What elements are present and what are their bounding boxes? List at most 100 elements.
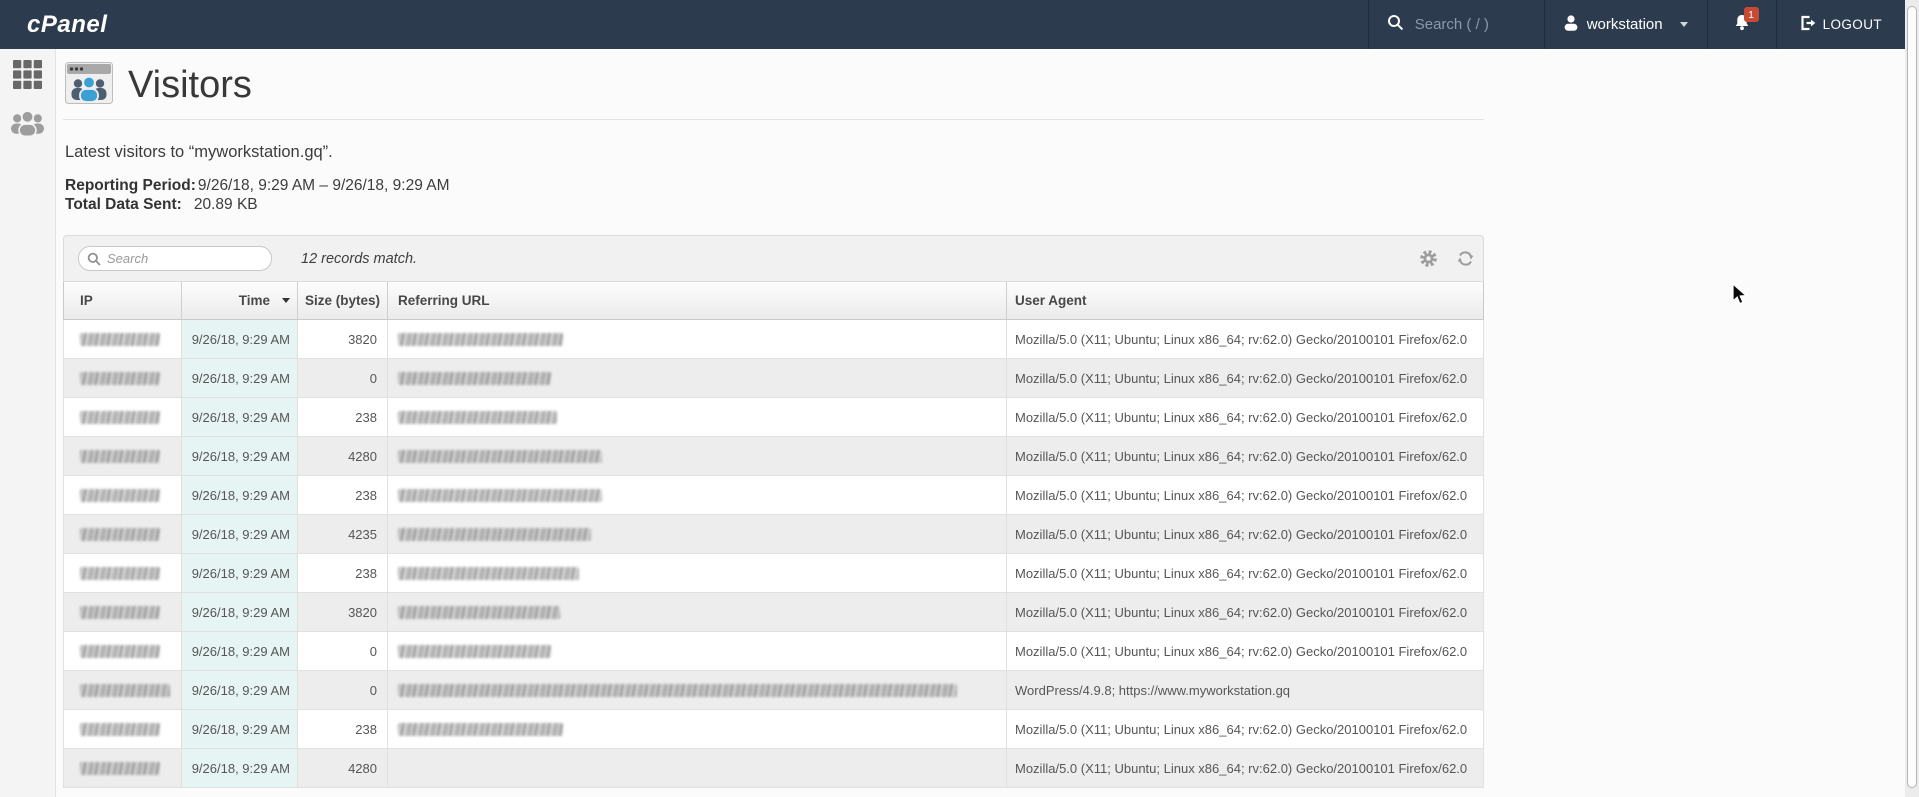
logout-button[interactable]: LOGOUT [1775, 0, 1905, 49]
reporting-period-line: Reporting Period: 9/26/18, 9:29 AM – 9/26… [65, 176, 450, 195]
redacted-ip [80, 371, 160, 385]
user-agent-cell: Mozilla/5.0 (X11; Ubuntu; Linux x86_64; … [1015, 643, 1468, 659]
redacted-ip [80, 722, 160, 736]
reporting-period-value: 9/26/18, 9:29 AM – 9/26/18, 9:29 AM [197, 177, 450, 194]
table-row: 9/26/18, 9:29 AM 238 Mozilla/5.0 (X11; Ubu… [64, 476, 1483, 515]
user-agent-cell: Mozilla/5.0 (X11; Ubuntu; Linux x86_64; … [1015, 448, 1468, 464]
notification-badge: 1 [1743, 7, 1759, 22]
global-search[interactable]: Search ( / ) [1367, 0, 1544, 49]
size-cell: 0 [298, 632, 388, 670]
user-agent-cell: Mozilla/5.0 (X11; Ubuntu; Linux x86_64; … [1015, 721, 1468, 737]
size-cell: 0 [298, 359, 388, 397]
page-header: Visitors [65, 62, 252, 109]
table-tools [1419, 249, 1475, 268]
table-search[interactable] [78, 246, 272, 271]
time-cell: 9/26/18, 9:29 AM [182, 437, 298, 475]
user-agent-cell: Mozilla/5.0 (X11; Ubuntu; Linux x86_64; … [1015, 526, 1468, 542]
table-row: 9/26/18, 9:29 AM 0 Mozilla/5.0 (X11; Ubunt… [64, 632, 1483, 671]
column-header-user-agent[interactable]: User Agent [1007, 282, 1483, 319]
user-agent-cell: Mozilla/5.0 (X11; Ubuntu; Linux x86_64; … [1015, 370, 1468, 386]
time-cell: 9/26/18, 9:29 AM [182, 554, 298, 592]
table-header: IP Time Size (bytes) Referring URL User … [63, 282, 1484, 320]
referring-url-cell [388, 437, 1007, 475]
column-header-referring-url[interactable]: Referring URL [388, 282, 1007, 319]
ip-cell [64, 632, 182, 670]
size-cell: 238 [298, 554, 388, 592]
gear-icon[interactable] [1419, 249, 1438, 268]
redacted-url [398, 566, 579, 580]
redacted-ip [80, 683, 170, 697]
user-agent-cell: Mozilla/5.0 (X11; Ubuntu; Linux x86_64; … [1015, 487, 1468, 503]
user-agent-cell: Mozilla/5.0 (X11; Ubuntu; Linux x86_64; … [1015, 331, 1468, 347]
logout-icon [1800, 15, 1816, 34]
referring-url-cell [388, 320, 1007, 358]
size-cell: 4280 [298, 749, 388, 787]
redacted-url [398, 527, 591, 541]
main-content: Visitors Latest visitors to “myworkstati… [56, 49, 1905, 797]
time-cell: 9/26/18, 9:29 AM [182, 749, 298, 787]
topbar-right: Search ( / ) workstation 1 LOGOUT [1367, 0, 1905, 49]
referring-url-cell [388, 476, 1007, 514]
user-manager-icon [10, 110, 45, 142]
cpanel-logo[interactable]: cPanel [27, 11, 107, 39]
redacted-url [398, 371, 551, 385]
records-match-text: 12 records match. [301, 250, 418, 267]
search-input[interactable] [107, 251, 263, 266]
sidebar-item-user-manager[interactable] [0, 104, 55, 148]
total-data-line: Total Data Sent: 20.89 KB [65, 195, 450, 214]
notifications-button[interactable]: 1 [1706, 0, 1776, 49]
redacted-ip [80, 605, 160, 619]
time-cell: 9/26/18, 9:29 AM [182, 710, 298, 748]
user-menu[interactable]: workstation [1543, 0, 1707, 49]
time-cell: 9/26/18, 9:29 AM [182, 320, 298, 358]
redacted-url [398, 644, 551, 658]
vertical-scrollbar[interactable] [1905, 0, 1919, 797]
ip-cell [64, 398, 182, 436]
column-header-time-label: Time [238, 293, 270, 308]
user-menu-label: workstation [1586, 16, 1663, 33]
user-agent-cell: WordPress/4.9.8; https://www.myworkstati… [1015, 682, 1291, 698]
mouse-cursor [1732, 282, 1754, 312]
global-search-placeholder: Search ( / ) [1414, 16, 1489, 33]
size-cell: 3820 [298, 320, 388, 358]
search-icon [87, 252, 101, 266]
refresh-icon[interactable] [1456, 249, 1475, 268]
ip-cell [64, 749, 182, 787]
ip-cell [64, 710, 182, 748]
total-data-label: Total Data Sent: [65, 196, 182, 213]
scrollbar-thumb[interactable] [1906, 6, 1917, 788]
apps-grid-icon [13, 60, 42, 94]
user-agent-cell: Mozilla/5.0 (X11; Ubuntu; Linux x86_64; … [1015, 760, 1468, 776]
referring-url-cell [388, 671, 1007, 709]
sidebar-item-apps[interactable] [0, 55, 55, 99]
referring-url-cell [388, 398, 1007, 436]
time-cell: 9/26/18, 9:29 AM [182, 359, 298, 397]
table-row: 9/26/18, 9:29 AM 4280 Mozilla/5.0 (X11; Ub… [64, 437, 1483, 476]
size-cell: 0 [298, 671, 388, 709]
column-header-size[interactable]: Size (bytes) [298, 282, 388, 319]
visitors-panel: 12 records match. IP Time Size (bytes) R… [63, 235, 1484, 788]
visitors-icon [65, 62, 113, 109]
referring-url-cell [388, 710, 1007, 748]
size-cell: 238 [298, 398, 388, 436]
redacted-ip [80, 566, 160, 580]
table-body: 9/26/18, 9:29 AM 3820 Mozilla/5.0 (X11; Ub… [63, 320, 1484, 788]
redacted-url [398, 488, 602, 502]
redacted-ip [80, 410, 160, 424]
table-row: 9/26/18, 9:29 AM 238 Mozilla/5.0 (X11; Ubu… [64, 554, 1483, 593]
ip-cell [64, 359, 182, 397]
referring-url-cell [388, 593, 1007, 631]
chevron-down-icon [1679, 22, 1688, 27]
column-header-ip[interactable]: IP [64, 282, 182, 319]
redacted-url [398, 449, 602, 463]
ip-cell [64, 671, 182, 709]
redacted-url [398, 410, 557, 424]
referring-url-cell [388, 554, 1007, 592]
time-cell: 9/26/18, 9:29 AM [182, 593, 298, 631]
referring-url-cell [388, 359, 1007, 397]
user-icon [1564, 14, 1578, 35]
size-cell: 3820 [298, 593, 388, 631]
redacted-ip [80, 488, 160, 502]
column-header-time[interactable]: Time [182, 282, 298, 319]
report-summary: Reporting Period: 9/26/18, 9:29 AM – 9/26… [65, 176, 450, 214]
